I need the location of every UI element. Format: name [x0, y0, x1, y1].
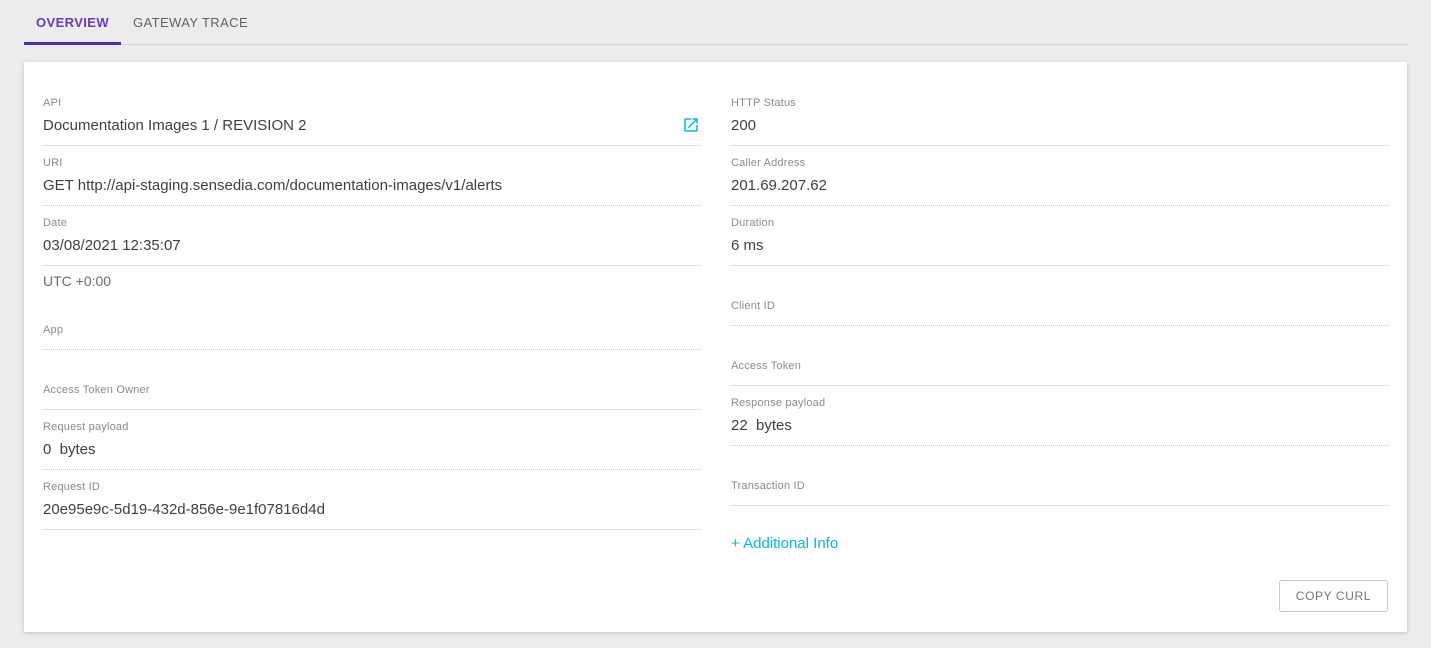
field-client-id: Client ID	[731, 266, 1388, 326]
field-transaction-id-label: Transaction ID	[731, 480, 1388, 492]
field-app: App	[43, 290, 700, 350]
field-request-id: Request ID 20e95e9c-5d19-432d-856e-9e1f0…	[43, 470, 700, 530]
field-response-payload: Response payload 22 bytes	[731, 386, 1388, 446]
field-uri: URI GET http://api-staging.sensedia.com/…	[43, 146, 700, 206]
field-http-status: HTTP Status 200	[731, 86, 1388, 146]
tab-gateway-trace-label: GATEWAY TRACE	[133, 15, 248, 30]
left-column: API Documentation Images 1 / REVISION 2 …	[43, 86, 700, 612]
field-duration-label: Duration	[731, 217, 1388, 229]
tab-overview-label: OVERVIEW	[36, 15, 109, 30]
field-response-payload-label: Response payload	[731, 397, 1388, 409]
field-caller-address-label: Caller Address	[731, 157, 1388, 169]
copy-curl-button[interactable]: COPY CURL	[1279, 580, 1388, 612]
field-request-payload: Request payload 0 bytes	[43, 410, 700, 470]
field-date: Date 03/08/2021 12:35:07	[43, 206, 700, 266]
field-date-value: 03/08/2021 12:35:07	[43, 236, 700, 256]
field-caller-address: Caller Address 201.69.207.62	[731, 146, 1388, 206]
tab-bar: OVERVIEW GATEWAY TRACE	[24, 0, 1408, 45]
field-request-payload-value: 0 bytes	[43, 440, 700, 460]
field-access-token-owner: Access Token Owner	[43, 350, 700, 410]
tab-overview[interactable]: OVERVIEW	[24, 0, 121, 44]
field-response-payload-value: 22 bytes	[731, 416, 1388, 436]
right-column: HTTP Status 200 Caller Address 201.69.20…	[731, 86, 1388, 612]
field-http-status-label: HTTP Status	[731, 97, 1388, 109]
field-http-status-value: 200	[731, 116, 1388, 136]
tab-gateway-trace[interactable]: GATEWAY TRACE	[121, 0, 260, 44]
field-transaction-id: Transaction ID	[731, 446, 1388, 506]
field-access-token-owner-label: Access Token Owner	[43, 384, 700, 396]
field-api-value: Documentation Images 1 / REVISION 2	[43, 116, 670, 136]
utc-offset-note: UTC +0:00	[43, 266, 700, 290]
field-api: API Documentation Images 1 / REVISION 2	[43, 86, 700, 146]
field-client-id-label: Client ID	[731, 300, 1388, 312]
field-request-payload-label: Request payload	[43, 421, 700, 433]
field-uri-value: GET http://api-staging.sensedia.com/docu…	[43, 176, 700, 196]
field-access-token-label: Access Token	[731, 360, 1388, 372]
field-api-label: API	[43, 97, 700, 109]
open-in-new-icon[interactable]	[682, 116, 700, 134]
field-date-label: Date	[43, 217, 700, 229]
field-request-id-value: 20e95e9c-5d19-432d-856e-9e1f07816d4d	[43, 500, 700, 520]
field-request-id-label: Request ID	[43, 481, 700, 493]
field-app-label: App	[43, 324, 700, 336]
button-row: COPY CURL	[731, 580, 1388, 612]
field-uri-label: URI	[43, 157, 700, 169]
field-caller-address-value: 201.69.207.62	[731, 176, 1388, 196]
field-duration-value: 6 ms	[731, 236, 1388, 256]
additional-info-link[interactable]: + Additional Info	[731, 534, 838, 554]
field-access-token: Access Token	[731, 326, 1388, 386]
overview-card: API Documentation Images 1 / REVISION 2 …	[24, 62, 1407, 632]
field-duration: Duration 6 ms	[731, 206, 1388, 266]
